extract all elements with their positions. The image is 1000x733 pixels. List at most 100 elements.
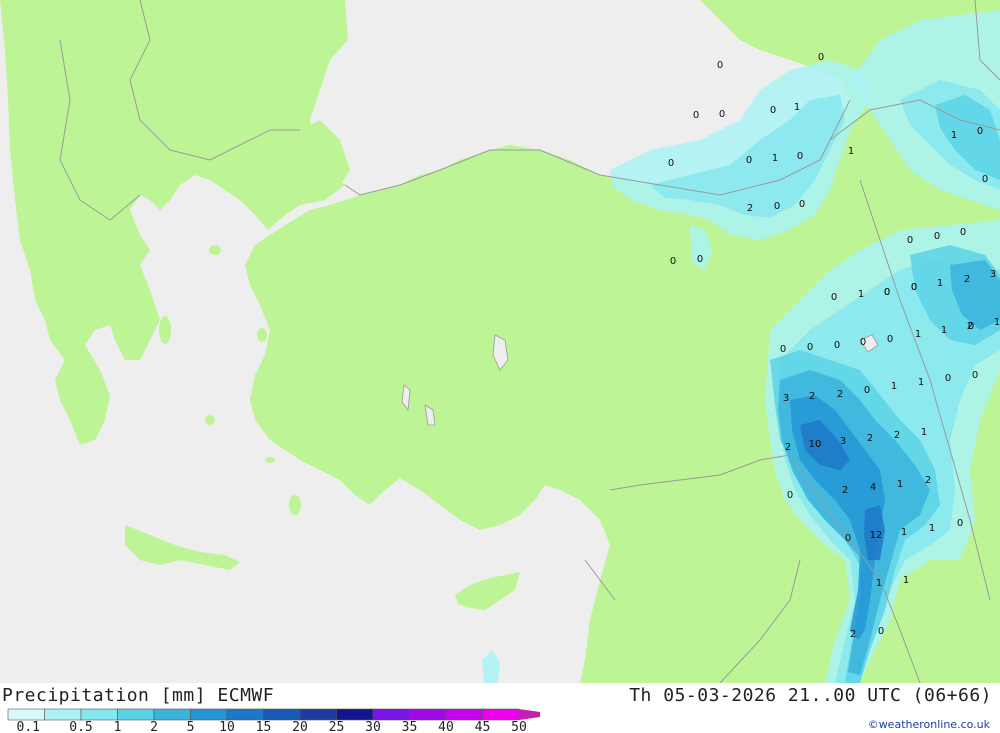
value-label: 0 [887, 334, 893, 345]
value-label: 1 [937, 278, 943, 289]
value-label: 3 [990, 269, 996, 280]
value-label: 1 [794, 102, 800, 113]
value-label: 0 [834, 340, 840, 351]
legend-label: 1 [114, 720, 122, 733]
value-label: 0 [845, 533, 851, 544]
value-label: 1 [891, 381, 897, 392]
precipitation-map: 0 0 0 0 0 1 0 1 0 1 0 0 1 0 2 0 0 0 0 0 … [0, 0, 1000, 683]
value-label: 0 [860, 337, 866, 348]
value-label: 1 [848, 146, 854, 157]
value-label: 0 [717, 60, 723, 71]
legend-arrow [519, 709, 540, 720]
value-label: 2 [785, 442, 791, 453]
legend-label: 35 [402, 720, 418, 733]
value-label: 0 [864, 385, 870, 396]
value-label: 2 [809, 391, 815, 402]
valid-time: Th 05-03-2026 21..00 UTC (06+66) [629, 685, 992, 706]
legend-label: 45 [475, 720, 491, 733]
island-kos [265, 457, 275, 463]
legend-label: 2 [150, 720, 158, 733]
island-lesbos [262, 289, 278, 301]
value-label: 0 [697, 254, 703, 265]
value-label: 2 [925, 475, 931, 486]
value-label: 0 [780, 344, 786, 355]
value-label: 4 [870, 482, 876, 493]
value-label: 10 [809, 439, 822, 450]
value-label: 0 [787, 490, 793, 501]
legend-swatch [117, 708, 155, 721]
value-label: 0 [911, 282, 917, 293]
value-label: 0 [960, 227, 966, 238]
legend-label: 25 [329, 720, 345, 733]
value-label: 0 [799, 199, 805, 210]
value-label: 1 [897, 479, 903, 490]
value-label: 2 [837, 389, 843, 400]
value-label: 0 [907, 235, 913, 246]
value-label: 1 [918, 377, 924, 388]
value-label: 1 [772, 153, 778, 164]
legend-swatch [482, 708, 520, 721]
value-label: 0 [746, 155, 752, 166]
value-label: 1 [915, 329, 921, 340]
value-label: 2 [867, 433, 873, 444]
island-euboea [159, 316, 171, 344]
legend-label: 15 [256, 720, 272, 733]
island-samos [271, 368, 285, 376]
legend-label: 20 [292, 720, 308, 733]
value-label: 1 [903, 575, 909, 586]
legend-swatch [190, 708, 228, 721]
value-label: 0 [945, 373, 951, 384]
map-title: Precipitation [mm] ECMWF [2, 685, 275, 706]
value-label: 1 [941, 325, 947, 336]
value-label: 2 [964, 274, 970, 285]
value-label: 0 [818, 52, 824, 63]
legend-label: 5 [187, 720, 195, 733]
value-label: 12 [870, 530, 883, 541]
island-chios [257, 328, 267, 342]
credit-link[interactable]: ©weatheronline.co.uk [868, 718, 990, 731]
legend-swatch [445, 708, 483, 721]
value-label: 1 [951, 130, 957, 141]
value-label: 1 [876, 578, 882, 589]
legend-label: 50 [511, 720, 527, 733]
legend-label: 0.1 [17, 720, 40, 733]
legend-swatch [153, 708, 191, 721]
legend-swatch [7, 708, 45, 721]
value-label: 0 [934, 231, 940, 242]
value-label: 0 [982, 174, 988, 185]
legend-label: 0.5 [69, 720, 92, 733]
value-label: 3 [783, 393, 789, 404]
legend-swatch [226, 708, 264, 721]
value-label: 0 [693, 110, 699, 121]
color-scale-legend: 0.1 0.5 1 2 5 10 15 20 25 30 35 40 45 50 [7, 708, 540, 733]
legend-swatch [80, 708, 118, 721]
value-label: 0 [957, 518, 963, 529]
value-label: 0 [670, 256, 676, 267]
value-label: 1 [901, 527, 907, 538]
value-label: 0 [884, 287, 890, 298]
value-label: 1 [921, 427, 927, 438]
island-rhodes [289, 495, 301, 515]
legend-label: 10 [219, 720, 235, 733]
value-label: 2 [842, 485, 848, 496]
value-label: 0 [977, 126, 983, 137]
value-label: 0 [797, 151, 803, 162]
value-label: 0 [668, 158, 674, 169]
value-label: 1 [858, 289, 864, 300]
value-label: 0 [770, 105, 776, 116]
value-label: 0 [807, 342, 813, 353]
legend-swatch [336, 708, 374, 721]
legend-swatch [263, 708, 301, 721]
legend-label: 40 [438, 720, 454, 733]
island-lemnos [209, 245, 221, 255]
value-label: 2 [967, 321, 973, 332]
legend-swatch [409, 708, 447, 721]
legend-swatch [372, 708, 410, 721]
value-label: 0 [972, 370, 978, 381]
value-label: 2 [850, 629, 856, 640]
legend-swatch [299, 708, 337, 721]
value-label: 0 [719, 109, 725, 120]
value-label: 1 [929, 523, 935, 534]
value-label: 1 [994, 317, 1000, 328]
value-label: 0 [774, 201, 780, 212]
